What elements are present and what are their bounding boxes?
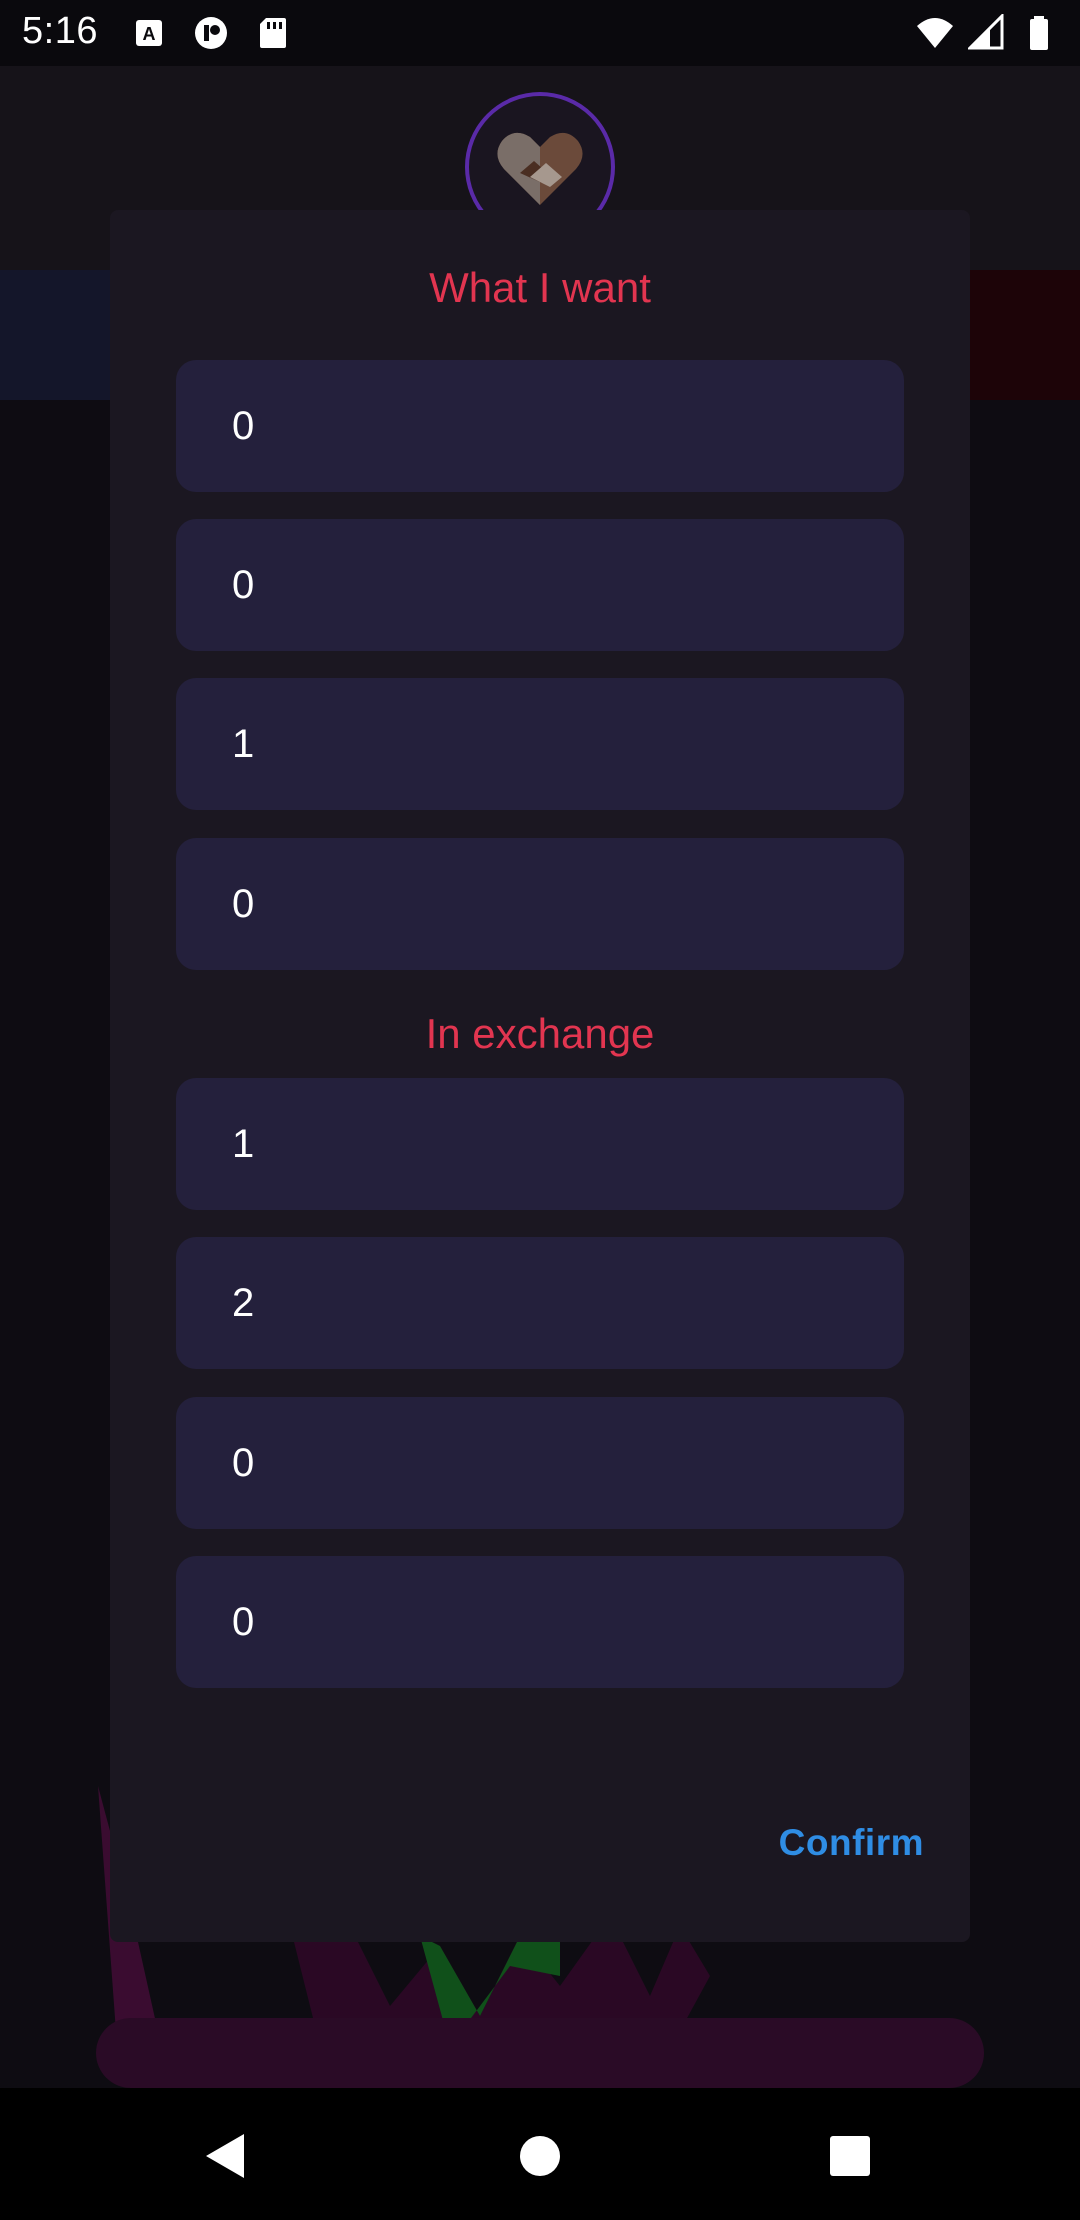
signal-icon [968,14,1004,50]
recents-icon[interactable] [822,2128,878,2184]
battery-icon [1030,16,1048,50]
exchange-field-2[interactable] [176,1237,904,1369]
want-field-1[interactable] [176,360,904,492]
background-panel-left [0,270,110,400]
notification-icon [195,17,227,49]
background-panel-right [970,270,1080,400]
home-icon[interactable] [512,2128,568,2184]
wifi-icon [917,18,953,48]
exchange-field-1[interactable] [176,1078,904,1210]
trade-dialog: What I want In exchange Confirm [110,210,970,1942]
status-right-icons [916,14,1058,52]
status-time: 5:16 [22,10,98,52]
back-icon[interactable] [198,2128,254,2184]
exchange-field-4[interactable] [176,1556,904,1688]
svg-text:A: A [143,24,156,44]
exchange-field-3[interactable] [176,1397,904,1529]
want-field-2[interactable] [176,519,904,651]
want-field-3[interactable] [176,678,904,810]
what-i-want-title: What I want [429,264,651,311]
background-bar [96,2018,984,2088]
navigation-bar [0,2088,1080,2220]
handshake-heart-icon [497,132,583,205]
status-left-icons: A [130,14,292,52]
confirm-button[interactable]: Confirm [779,1822,924,1864]
sd-card-icon [260,18,286,48]
want-field-4[interactable] [176,838,904,970]
status-bar: 5:16 A [0,0,1080,66]
keyboard-a-icon: A [136,20,162,46]
in-exchange-title: In exchange [425,1010,655,1057]
